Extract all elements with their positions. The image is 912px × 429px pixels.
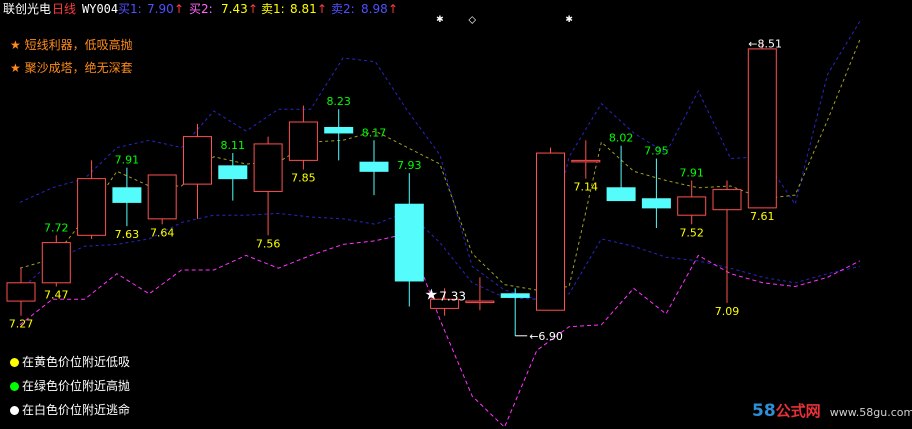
candle-body-down — [500, 293, 530, 298]
yellow-dot-icon — [10, 358, 19, 367]
asterisk-marker-icon: ✱ — [565, 15, 573, 25]
watermark-cn: 公式网 — [775, 402, 821, 420]
sell1-arrow: ↑ — [317, 2, 328, 16]
candle-body-down — [641, 198, 671, 209]
sell-price-label: 8.11 — [221, 139, 246, 152]
candle-body-up — [253, 143, 283, 192]
buy-price-label: 7.63 — [115, 228, 140, 241]
sell-price-label: 8.17 — [362, 126, 387, 139]
sell2-arrow: ↑ — [388, 2, 399, 16]
sell-price-label: 7.93 — [397, 159, 422, 172]
stock-name: 联创光电 — [3, 2, 52, 16]
candle-body-down — [394, 203, 424, 282]
buy-price-label: 7.09 — [715, 305, 740, 318]
watermark-num: 58 — [752, 401, 776, 421]
sell2-value: 8.98 — [361, 2, 388, 16]
candle-body-down — [606, 187, 636, 202]
buy2-label: 买2: — [189, 2, 213, 16]
candle-body-up — [288, 121, 318, 161]
star-icon: ★ — [425, 286, 438, 304]
indicator-line-blue-0 — [19, 21, 861, 300]
white-dot-icon — [10, 406, 19, 415]
sell-price-label: 7.95 — [644, 145, 669, 158]
candle-body-down — [112, 187, 142, 203]
candle-body-up — [571, 159, 601, 163]
star-price-label: 7.33 — [439, 290, 466, 304]
buy-price-label: 7.14 — [574, 181, 599, 194]
buy2-arrow: ↑ — [248, 2, 259, 16]
buy-price-label: 7.85 — [291, 172, 316, 185]
candle-body-down — [324, 126, 354, 134]
candle-body-up — [747, 48, 777, 209]
sell-price-label: 7.72 — [44, 221, 69, 234]
diamond-marker-icon: ⬦ — [468, 13, 476, 26]
candle-body-up — [712, 189, 742, 211]
candle-body-up — [77, 178, 107, 236]
indicator-name: WY004 — [82, 2, 119, 16]
buy-price-label: 7.27 — [9, 318, 34, 331]
buy1-value: 7.90 — [147, 2, 174, 16]
candle-body-up — [147, 174, 177, 220]
candle-body-up — [536, 152, 565, 311]
sell2-label: 卖2: — [331, 2, 355, 16]
sell1-label: 卖1: — [261, 2, 285, 16]
sell1-value: 8.81 — [290, 2, 317, 16]
buy1-label: 买1: — [118, 2, 142, 16]
candle-body-up — [41, 242, 71, 284]
star-icon: ★ — [10, 61, 21, 75]
candle-body-up — [677, 196, 707, 216]
buy-price-label: 7.47 — [44, 288, 69, 301]
candle-body-up — [6, 282, 36, 302]
slogan-1: ★ 短线利器，低吸高抛 — [10, 38, 133, 52]
buy-price-label: 7.64 — [150, 226, 175, 239]
period-label: 日线 — [52, 2, 77, 16]
sell-price-label: 8.23 — [326, 95, 351, 108]
candle-body-up — [465, 300, 495, 304]
candle-body-down — [218, 165, 248, 180]
asterisk-marker-icon: ✱ — [436, 15, 444, 25]
star-icon: ★ — [10, 38, 21, 52]
watermark-url: www.58gu.com — [829, 406, 912, 419]
sell-price-label: 7.91 — [679, 166, 704, 179]
legend-item-escape: 在白色价位附近逃命 — [10, 403, 130, 417]
buy-price-label: 7.52 — [679, 226, 704, 239]
buy-price-label: 7.56 — [256, 237, 281, 250]
buy-price-label: 7.61 — [750, 210, 775, 223]
buy1-arrow: ↑ — [174, 2, 185, 16]
sell-price-label: 8.02 — [609, 132, 634, 145]
legend-item-sell: 在绿色价位附近高抛 — [10, 379, 130, 393]
indicator-line-olive-1 — [19, 39, 861, 291]
candle-body-down — [359, 161, 389, 172]
indicator-line-blue-2 — [19, 210, 860, 300]
slogan-2: ★ 聚沙成塔，绝无深套 — [10, 61, 133, 75]
buy2-value: 7.43 — [221, 2, 248, 16]
chart-stage: 7.27 7.47 7.63 7.64 7.56 7.85 7.14 7.52 7.09 7.61… — [0, 0, 912, 429]
indicator-line-magenta-3 — [19, 232, 861, 429]
kline-chart[interactable]: 7.27 7.47 7.63 7.64 7.56 7.85 7.14 7.52 7.09 7.61… — [0, 0, 912, 429]
candle-body-up — [183, 136, 212, 185]
sell-price-label: 7.91 — [115, 154, 140, 167]
low-price-label: ←6.90 — [529, 330, 563, 343]
watermark: 58公式网 www.58gu.com — [752, 400, 912, 421]
green-dot-icon — [10, 382, 19, 391]
high-price-label: ←8.51 — [748, 37, 782, 50]
legend-item-buy: 在黄色价位附近低吸 — [10, 355, 130, 369]
